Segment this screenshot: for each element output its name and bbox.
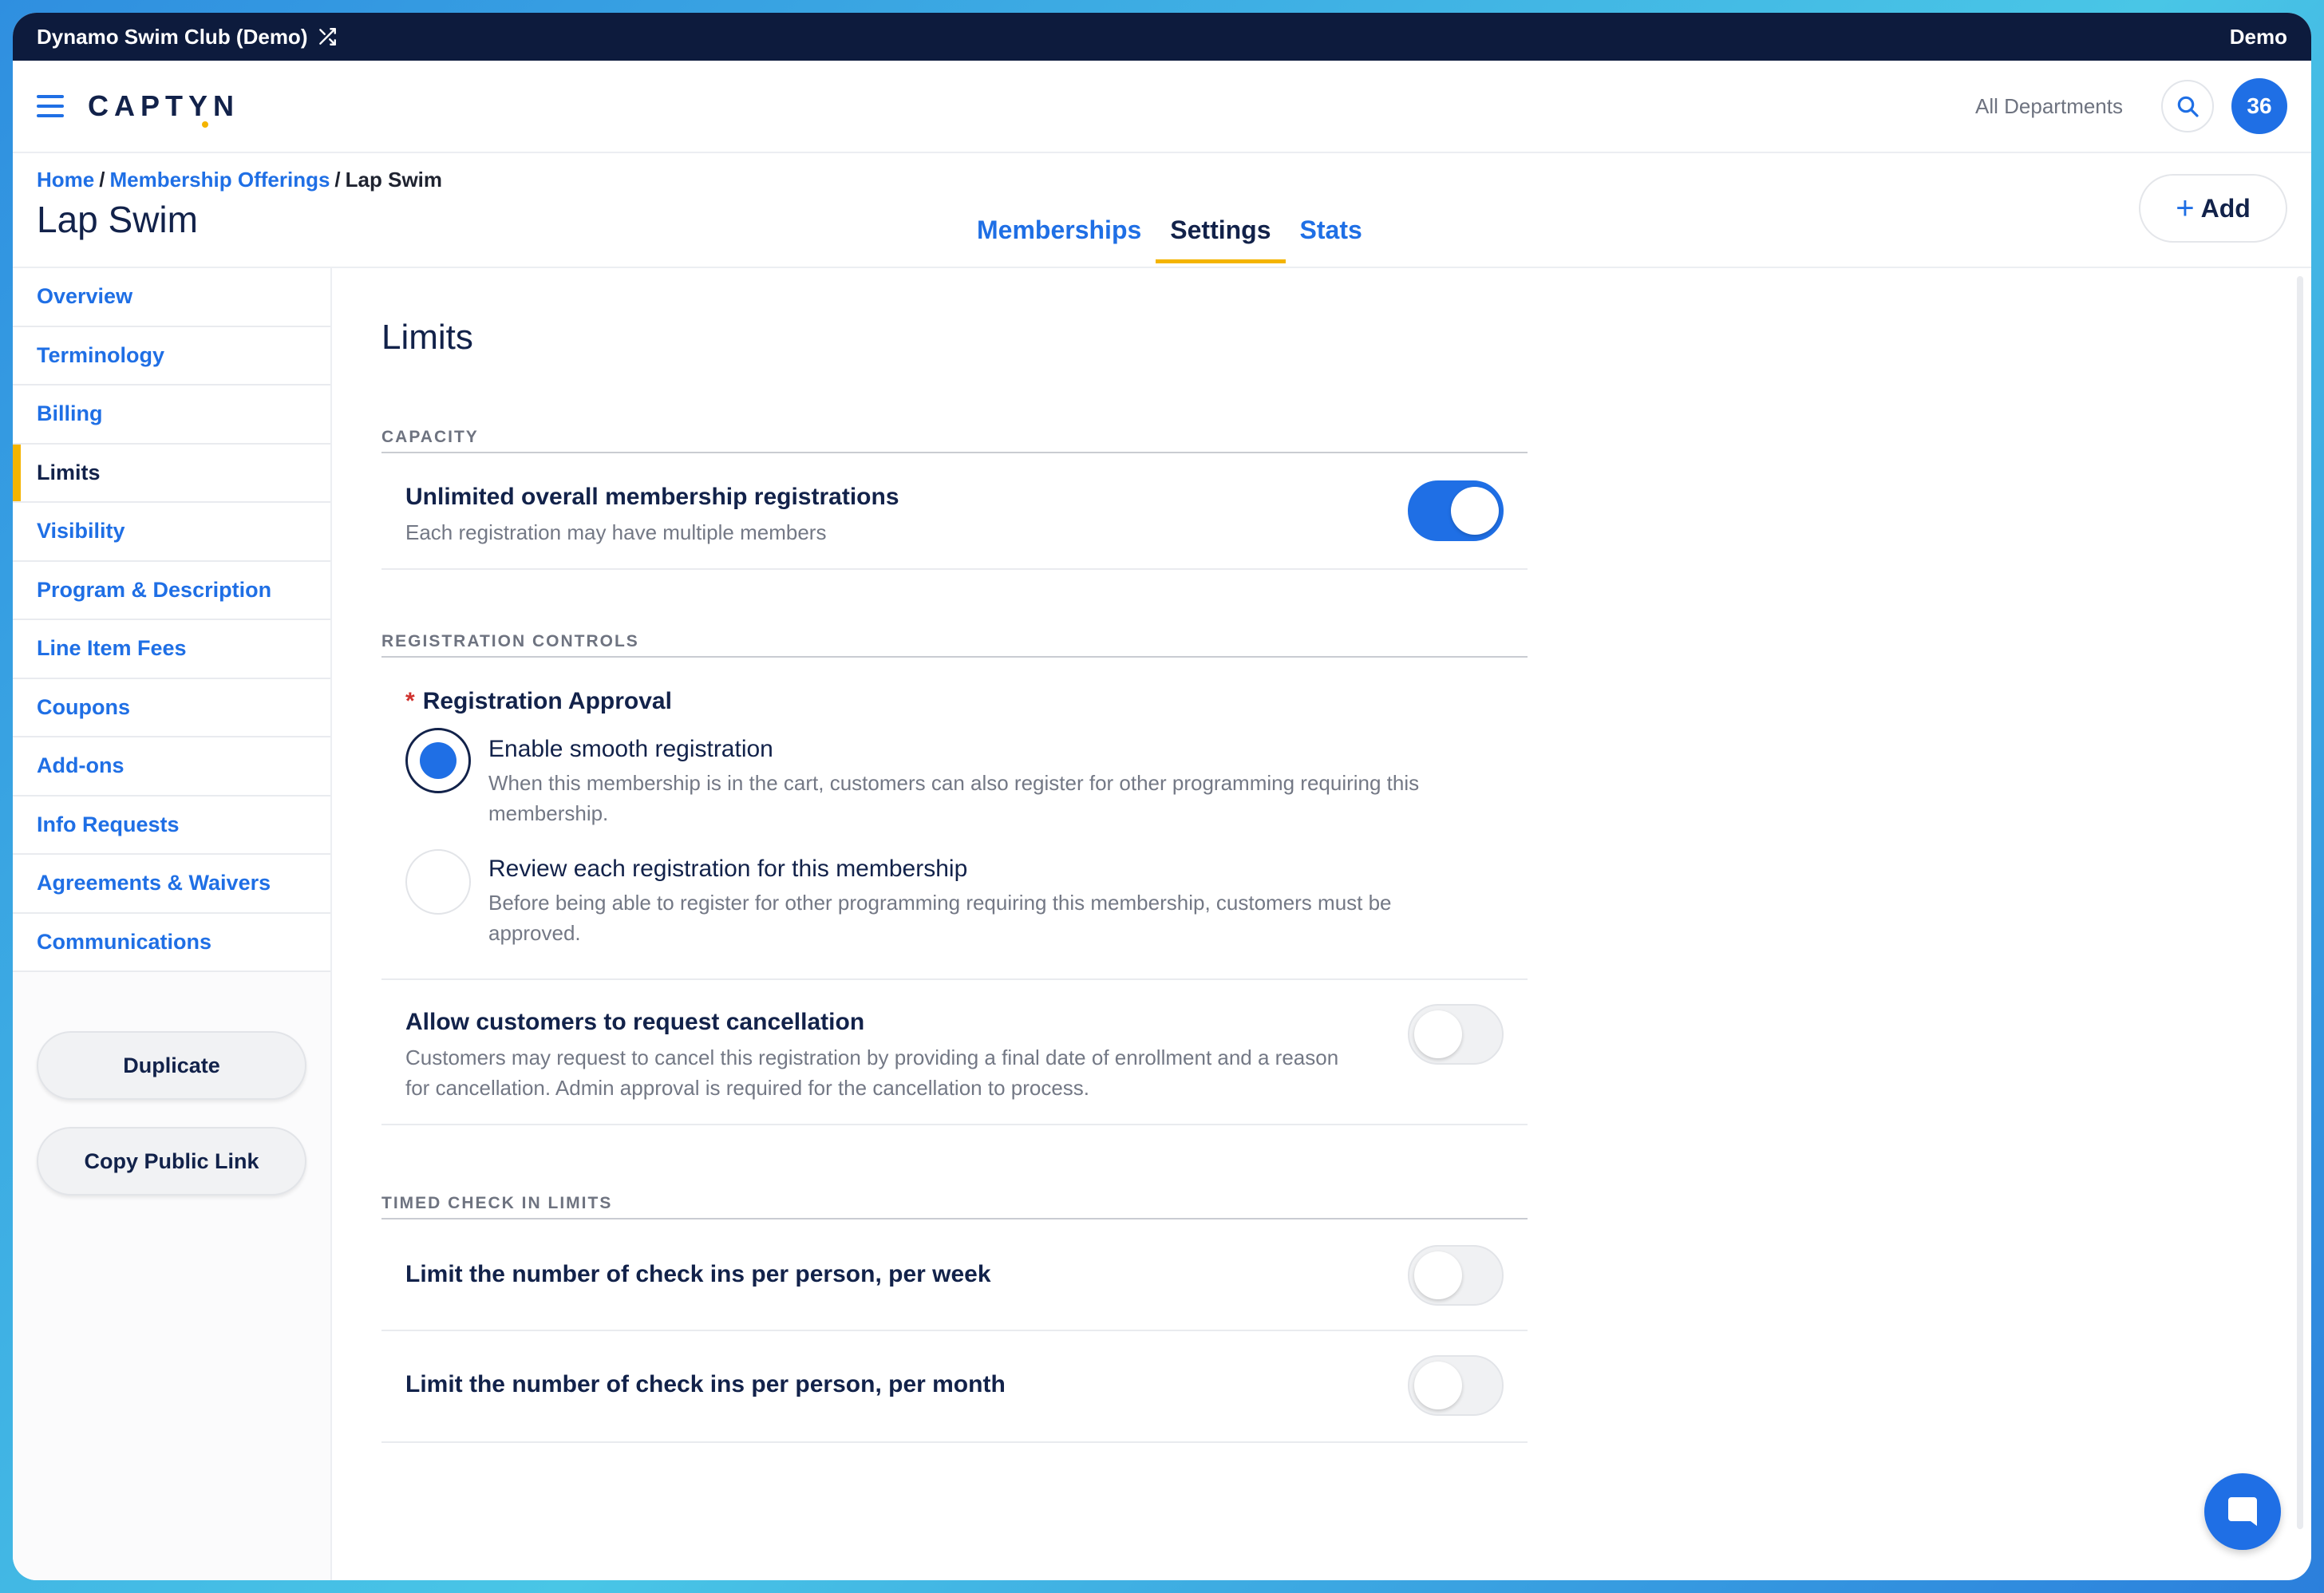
- page-title: Lap Swim: [37, 199, 198, 240]
- unlimited-registrations-toggle[interactable]: [1408, 480, 1504, 541]
- review-registration-radio[interactable]: [405, 849, 471, 915]
- tab-stats[interactable]: Stats: [1286, 215, 1377, 263]
- sidebar-item-program-description[interactable]: Program & Description: [13, 561, 330, 620]
- scrollbar[interactable]: [2297, 276, 2303, 1529]
- sidebar-item-overview[interactable]: Overview: [13, 268, 330, 327]
- chat-icon: [2228, 1497, 2257, 1526]
- hamburger-icon[interactable]: [37, 95, 64, 117]
- required-mark: *: [405, 688, 415, 714]
- add-label: Add: [2200, 193, 2251, 223]
- duplicate-button[interactable]: Duplicate: [37, 1031, 306, 1100]
- timed-check-in-section-label: TIMED CHECK IN LIMITS: [381, 1194, 1528, 1219]
- registration-approval-label: * Registration Approval: [405, 688, 672, 714]
- breadcrumb-offerings[interactable]: Membership Offerings: [109, 168, 330, 192]
- weekly-limit-title: Limit the number of check ins per person…: [405, 1261, 991, 1287]
- org-name: Dynamo Swim Club (Demo): [37, 24, 308, 49]
- breadcrumb-home[interactable]: Home: [37, 168, 94, 192]
- cancellation-request-title: Allow customers to request cancellation: [405, 1009, 865, 1035]
- registration-approval-group: * Registration Approval Enable smooth reg…: [381, 659, 1528, 980]
- monthly-limit-toggle[interactable]: [1408, 1355, 1504, 1416]
- review-registration-title: Review each registration for this member…: [488, 856, 968, 882]
- sidebar-item-communications[interactable]: Communications: [13, 913, 330, 972]
- breadcrumb-current: Lap Swim: [345, 168, 443, 192]
- weekly-limit-toggle[interactable]: [1408, 1245, 1504, 1306]
- sidebar-item-coupons[interactable]: Coupons: [13, 678, 330, 737]
- avatar[interactable]: 36: [2231, 78, 2287, 134]
- tab-bar: Memberships Settings Stats: [962, 215, 1377, 263]
- cancellation-request-toggle[interactable]: [1408, 1004, 1504, 1065]
- breadcrumb: Home / Membership Offerings / Lap Swim: [37, 168, 443, 192]
- sidebar-item-billing[interactable]: Billing: [13, 385, 330, 445]
- registration-controls-section-label: REGISTRATION CONTROLS: [381, 632, 1528, 658]
- copy-public-link-button[interactable]: Copy Public Link: [37, 1127, 306, 1196]
- sidebar-item-line-item-fees[interactable]: Line Item Fees: [13, 620, 330, 679]
- tab-settings[interactable]: Settings: [1156, 215, 1286, 263]
- logo-text: CAPTYN: [88, 89, 240, 122]
- app-frame: Dynamo Swim Club (Demo) Demo CAPTYN All …: [13, 13, 2311, 1580]
- org-switcher[interactable]: Dynamo Swim Club (Demo): [37, 25, 338, 49]
- sidebar-item-limits[interactable]: Limits: [13, 444, 330, 503]
- chat-button[interactable]: [2204, 1473, 2281, 1550]
- smooth-registration-desc: When this membership is in the cart, cus…: [488, 771, 1420, 825]
- smooth-registration-title: Enable smooth registration: [488, 736, 773, 762]
- sidebar-item-add-ons[interactable]: Add-ons: [13, 737, 330, 796]
- sidebar-item-terminology[interactable]: Terminology: [13, 326, 330, 385]
- sidebar-item-info-requests[interactable]: Info Requests: [13, 796, 330, 855]
- captyn-logo[interactable]: CAPTYN: [88, 89, 240, 128]
- cancellation-request-row: Allow customers to request cancellation …: [381, 980, 1528, 1125]
- page-header: Home / Membership Offerings / Lap Swim Lap S…: [13, 153, 2311, 268]
- monthly-limit-row: Limit the number of check ins per person…: [381, 1331, 1528, 1443]
- monthly-limit-title: Limit the number of check ins per person…: [405, 1371, 1006, 1397]
- smooth-registration-radio[interactable]: [405, 728, 471, 793]
- cancellation-request-desc: Customers may request to cancel this reg…: [405, 1046, 1339, 1100]
- weekly-limit-row: Limit the number of check ins per person…: [381, 1221, 1528, 1331]
- unlimited-registrations-desc: Each registration may have multiple memb…: [405, 520, 827, 544]
- shuffle-icon: [319, 28, 337, 45]
- unlimited-registrations-title: Unlimited overall membership registratio…: [405, 484, 899, 510]
- review-registration-desc: Before being able to register for other …: [488, 891, 1392, 945]
- app-header: CAPTYN All Departments 36: [13, 61, 2311, 153]
- section-heading: Limits: [381, 318, 473, 357]
- department-selector[interactable]: All Departments: [1975, 94, 2123, 119]
- search-button[interactable]: [2161, 80, 2214, 132]
- sidebar-item-visibility[interactable]: Visibility: [13, 503, 330, 562]
- tab-memberships[interactable]: Memberships: [962, 215, 1156, 263]
- org-bar: Dynamo Swim Club (Demo) Demo: [13, 13, 2311, 61]
- settings-sidebar: Overview Terminology Billing Limits Visi…: [13, 268, 332, 1580]
- capacity-section-label: CAPACITY: [381, 428, 1528, 453]
- plus-icon: +: [2176, 191, 2195, 226]
- search-icon: [2177, 96, 2199, 117]
- unlimited-registrations-row: Unlimited overall membership registratio…: [381, 455, 1528, 570]
- logo-dot: [202, 121, 208, 128]
- demo-label: Demo: [2229, 24, 2287, 49]
- add-button[interactable]: + Add: [2139, 174, 2287, 243]
- sidebar-item-agreements-waivers[interactable]: Agreements & Waivers: [13, 855, 330, 914]
